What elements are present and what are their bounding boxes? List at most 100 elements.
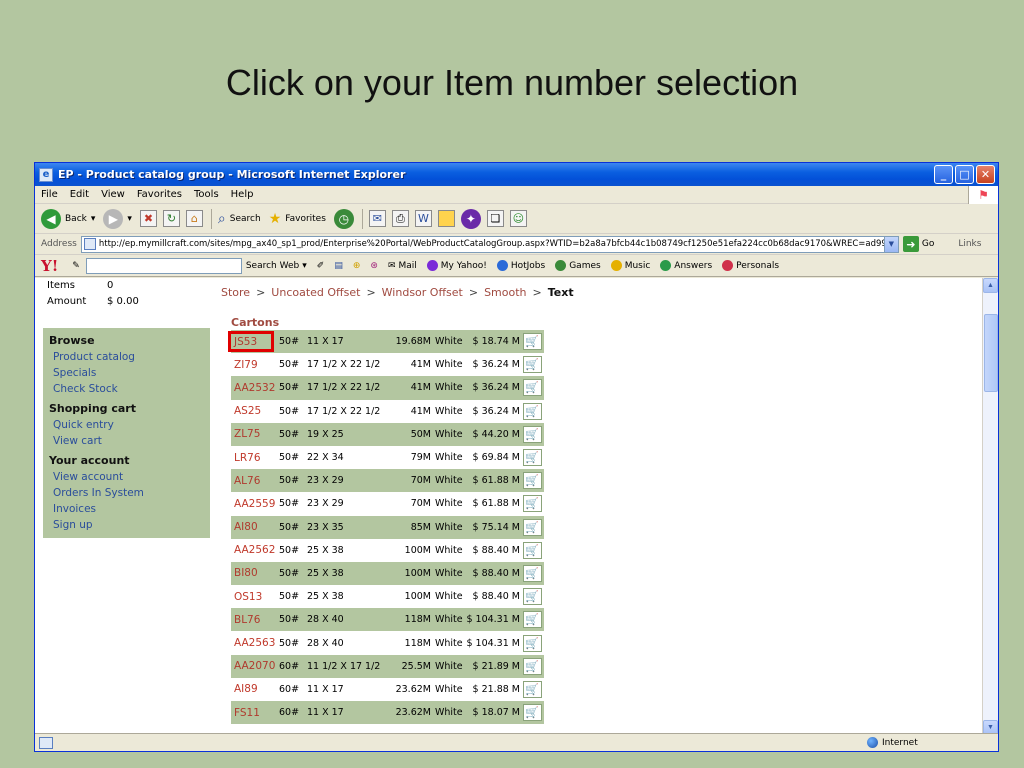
maximize-button[interactable]: □ <box>955 165 974 184</box>
item-number-link[interactable]: AI89 <box>231 683 279 695</box>
item-number-link[interactable]: AL76 <box>231 475 279 487</box>
print-icon[interactable]: ⎙ <box>391 210 409 227</box>
add-to-cart-button[interactable]: 🛒 <box>520 472 544 490</box>
sidebar-item-view-account[interactable]: View account <box>49 469 204 485</box>
sidebar-item-invoices[interactable]: Invoices <box>49 501 204 517</box>
add-to-cart-button[interactable]: 🛒 <box>520 425 544 443</box>
item-number-link[interactable]: BL76 <box>231 614 279 626</box>
personals-button[interactable]: Personals <box>722 260 779 271</box>
sidebar-item-product-catalog[interactable]: Product catalog <box>49 349 204 365</box>
menu-view[interactable]: View <box>101 189 125 200</box>
item-number-link[interactable]: AA2070 <box>231 660 279 672</box>
add-to-cart-button[interactable]: 🛒 <box>520 634 544 652</box>
address-input[interactable]: http://ep.mymillcraft.com/sites/mpg_ax40… <box>80 235 899 253</box>
highlight-icon[interactable]: ✐ <box>317 261 325 271</box>
breadcrumb-uncoated-offset[interactable]: Uncoated Offset <box>271 286 360 299</box>
stop-icon[interactable]: ✖ <box>139 210 157 227</box>
layout-icon[interactable]: ▤ <box>334 261 343 271</box>
add-to-cart-button[interactable]: 🛒 <box>520 680 544 698</box>
add-to-cart-button[interactable]: 🛒 <box>520 356 544 374</box>
menu-tools[interactable]: Tools <box>194 189 219 200</box>
item-number-link[interactable]: BI80 <box>231 567 279 579</box>
add-to-cart-button[interactable]: 🛒 <box>520 657 544 675</box>
yahoo-search-input[interactable] <box>85 257 242 274</box>
edit-icon[interactable]: W <box>414 210 432 227</box>
search-button[interactable]: ⌕ Search <box>218 211 261 227</box>
item-number-link[interactable]: AA2562 <box>231 544 279 556</box>
add-to-cart-button[interactable]: 🛒 <box>520 495 544 513</box>
item-number-link[interactable]: OS13 <box>231 591 279 603</box>
item-number-link[interactable]: AS25 <box>231 405 279 417</box>
add-to-cart-button[interactable]: 🛒 <box>520 402 544 420</box>
minimize-button[interactable]: _ <box>934 165 953 184</box>
popup-blocker-icon[interactable]: ⊕ <box>353 261 361 271</box>
chevron-down-icon[interactable]: ▾ <box>127 214 132 224</box>
forward-button[interactable]: ▶ ▾ <box>103 208 132 229</box>
folder-icon[interactable] <box>437 210 455 227</box>
my-yahoo-button[interactable]: My Yahoo! <box>426 260 487 271</box>
standard-toolbar: ◀ Back ▾ ▶ ▾ ✖ ↻ ⌂ ⌕ Search ★ Favorites … <box>35 204 998 234</box>
item-number-link[interactable]: FS11 <box>231 707 279 719</box>
vertical-scrollbar[interactable]: ▲ ▼ <box>982 278 998 735</box>
search-web-button[interactable]: Search Web ▾ <box>246 261 307 271</box>
breadcrumb-smooth[interactable]: Smooth <box>484 286 526 299</box>
answers-button[interactable]: Answers <box>660 260 712 271</box>
contacts-icon[interactable]: ☺ <box>509 210 527 227</box>
sidebar-item-quick-entry[interactable]: Quick entry <box>49 417 204 433</box>
add-to-cart-button[interactable]: 🛒 <box>520 611 544 629</box>
item-number-link[interactable]: LR76 <box>231 452 279 464</box>
add-to-cart-button[interactable]: 🛒 <box>520 564 544 582</box>
menu-favorites[interactable]: Favorites <box>137 189 182 200</box>
item-number-link[interactable]: AA2532 <box>231 382 279 394</box>
chevron-down-icon[interactable]: ▾ <box>91 214 96 224</box>
add-to-cart-button[interactable]: 🛒 <box>520 588 544 606</box>
item-number-link[interactable]: ZI79 <box>231 359 279 371</box>
research-icon[interactable]: ❏ <box>486 210 504 227</box>
add-to-cart-button[interactable]: 🛒 <box>520 541 544 559</box>
menu-help[interactable]: Help <box>231 189 254 200</box>
item-number-link[interactable]: AI80 <box>231 521 279 533</box>
quantity: 85M <box>410 521 431 533</box>
add-to-cart-button[interactable]: 🛒 <box>520 518 544 536</box>
go-button[interactable]: ➜ Go <box>902 236 934 252</box>
messenger-icon[interactable]: ✦ <box>460 208 481 229</box>
item-number-link[interactable]: AA2563 <box>231 637 279 649</box>
sidebar-item-orders[interactable]: Orders In System <box>49 485 204 501</box>
pencil-icon[interactable]: ✎ <box>72 261 80 271</box>
breadcrumb-windsor-offset[interactable]: Windsor Offset <box>382 286 463 299</box>
sidebar-item-sign-up[interactable]: Sign up <box>49 517 204 533</box>
menu-edit[interactable]: Edit <box>70 189 89 200</box>
breadcrumb-store[interactable]: Store <box>221 286 250 299</box>
back-button[interactable]: ◀ Back ▾ <box>41 208 96 229</box>
favorites-button[interactable]: ★ Favorites <box>269 211 326 227</box>
chevron-down-icon[interactable]: ▾ <box>302 261 307 271</box>
sidebar-item-specials[interactable]: Specials <box>49 365 204 381</box>
chevron-down-icon[interactable]: ▼ <box>883 236 898 252</box>
hotjobs-button[interactable]: HotJobs <box>496 260 545 271</box>
add-to-cart-button[interactable]: 🛒 <box>520 449 544 467</box>
music-button[interactable]: Music <box>610 260 650 271</box>
yahoo-mail-button[interactable]: ✉ Mail <box>388 261 417 271</box>
home-icon[interactable]: ⌂ <box>185 210 203 227</box>
sheet-size: 28 X 40 <box>307 637 344 649</box>
sidebar-item-check-stock[interactable]: Check Stock <box>49 381 204 397</box>
links-button[interactable]: Links <box>958 239 981 249</box>
mail-icon[interactable]: ✉ <box>368 210 386 227</box>
add-to-cart-button[interactable]: 🛒 <box>520 379 544 397</box>
item-number-link[interactable]: AA2559 <box>231 498 279 510</box>
menu-file[interactable]: File <box>41 189 58 200</box>
sidebar-item-view-cart[interactable]: View cart <box>49 433 204 449</box>
shield-icon[interactable]: ⊛ <box>370 261 378 271</box>
yahoo-logo[interactable]: Y! <box>41 257 58 275</box>
refresh-icon[interactable]: ↻ <box>162 210 180 227</box>
history-icon[interactable]: ◷ <box>333 208 354 229</box>
close-button[interactable]: ✕ <box>976 165 995 184</box>
basis-weight: 50# <box>279 637 300 649</box>
add-to-cart-button[interactable]: 🛒 <box>520 704 544 722</box>
add-to-cart-button[interactable]: 🛒 <box>520 333 544 351</box>
item-number-link[interactable]: ZL75 <box>231 428 279 440</box>
scroll-up-icon[interactable]: ▲ <box>983 278 998 293</box>
scroll-thumb[interactable] <box>984 314 998 392</box>
games-button[interactable]: Games <box>555 260 601 271</box>
sheet-size: 11 X 17 <box>307 683 344 695</box>
